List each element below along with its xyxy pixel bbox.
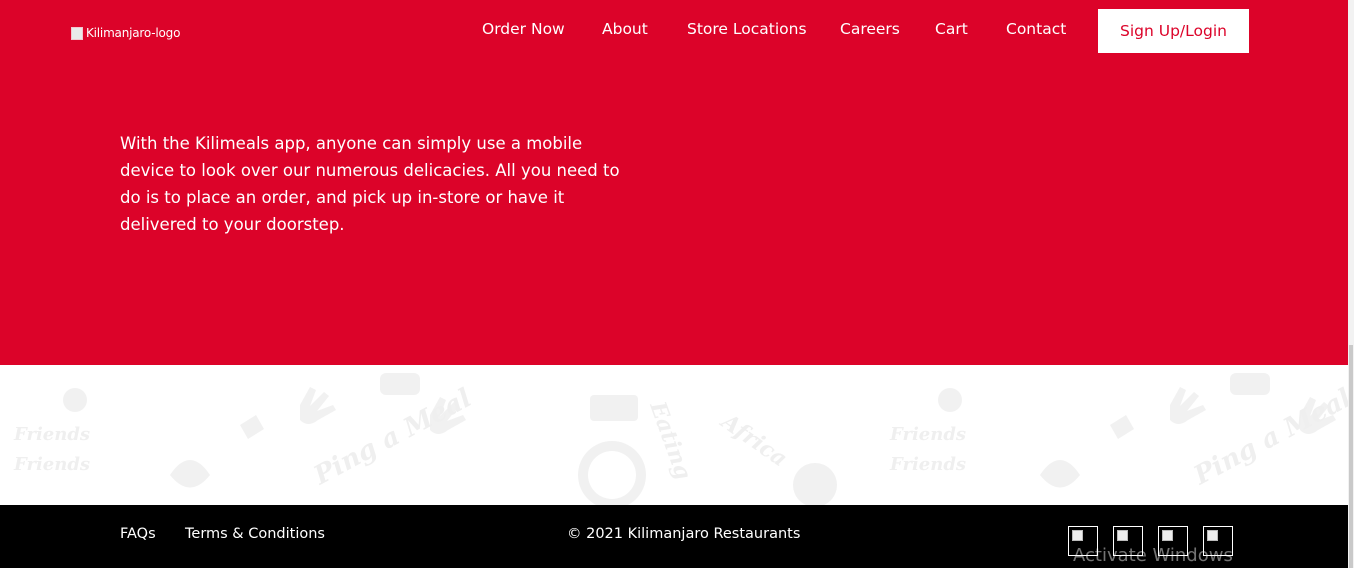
social-icon[interactable]	[1113, 526, 1143, 556]
svg-text:Eating: Eating	[644, 397, 696, 483]
nav-contact[interactable]: Contact	[1006, 20, 1066, 38]
footer: FAQs Terms & Conditions © 2021 Kilimanja…	[0, 505, 1348, 568]
nav-order-now[interactable]: Order Now	[482, 20, 565, 38]
decorative-pattern: Friends Friends Friends Friends Ping a M…	[0, 365, 1348, 505]
svg-text:Ping a Meal: Ping a Meal	[1188, 383, 1348, 491]
copyright-text: © 2021 Kilimanjaro Restaurants	[567, 526, 801, 542]
footer-link-faqs[interactable]: FAQs	[120, 526, 156, 542]
pattern-graphic: Friends Friends Friends Friends Ping a M…	[13, 373, 1348, 505]
nav-about[interactable]: About	[602, 20, 648, 38]
nav-store-locations[interactable]: Store Locations	[687, 20, 807, 38]
svg-text:Friends: Friends	[13, 454, 90, 475]
nav-careers[interactable]: Careers	[840, 20, 900, 38]
social-icon[interactable]	[1068, 526, 1098, 556]
footer-link-terms[interactable]: Terms & Conditions	[185, 526, 325, 542]
svg-text:Friends: Friends	[889, 424, 966, 445]
svg-text:Friends: Friends	[889, 454, 966, 475]
hero-description: With the Kilimeals app, anyone can simpl…	[120, 134, 620, 234]
social-icon[interactable]	[1158, 526, 1188, 556]
svg-text:Africa: Africa	[715, 407, 792, 472]
svg-text:Ping a Meal: Ping a Meal	[308, 383, 476, 491]
signup-login-button[interactable]: Sign Up/Login	[1098, 9, 1249, 53]
scrollbar-thumb[interactable]	[1349, 345, 1353, 568]
nav-cart[interactable]: Cart	[935, 20, 968, 38]
social-icon[interactable]	[1203, 526, 1233, 556]
hero-section: Kilimanjaro-logo Order Now About Store L…	[0, 0, 1348, 365]
main-nav: Order Now About Store Locations Careers …	[0, 0, 1348, 62]
pattern-text-friends: Friends	[13, 424, 90, 445]
